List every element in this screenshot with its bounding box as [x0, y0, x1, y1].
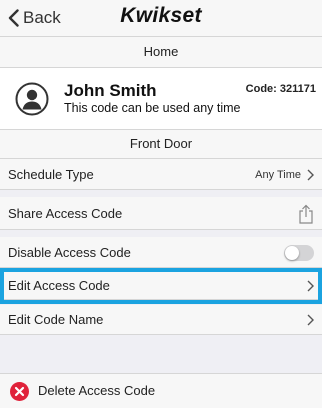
brand-logo: Kwikset [120, 4, 202, 27]
edit-access-code-row[interactable]: Edit Access Code [0, 272, 322, 300]
edit-access-code-chevron-wrap [307, 272, 314, 300]
share-access-code-row[interactable]: Share Access Code [0, 197, 322, 230]
navigation-bar: Back Kwikset [0, 0, 322, 37]
chevron-right-icon [307, 314, 314, 326]
disable-access-code-row: Disable Access Code [0, 237, 322, 268]
share-icon[interactable] [298, 204, 314, 224]
schedule-type-row[interactable]: Schedule Type Any Time [0, 159, 322, 190]
disable-access-code-toggle[interactable] [284, 244, 314, 261]
share-icon-wrap [298, 197, 314, 230]
chevron-right-icon [307, 169, 314, 180]
delete-access-code-button[interactable]: Delete Access Code [0, 373, 322, 408]
share-access-code-label: Share Access Code [8, 206, 123, 221]
chevron-right-icon [307, 280, 314, 292]
edit-access-code-label: Edit Access Code [8, 278, 110, 293]
user-name: John Smith [64, 81, 157, 100]
edit-code-name-label: Edit Code Name [8, 312, 104, 327]
schedule-type-label: Schedule Type [8, 167, 94, 182]
edit-code-name-row[interactable]: Edit Code Name [0, 305, 322, 335]
schedule-type-value: Any Time [255, 168, 301, 181]
schedule-type-value-group: Any Time [255, 159, 314, 190]
edit-code-name-chevron-wrap [307, 305, 314, 335]
delete-access-code-label: Delete Access Code [38, 383, 156, 398]
toggle-wrap [284, 237, 314, 268]
person-circle-icon [15, 82, 49, 116]
home-header: Home [0, 37, 322, 68]
lock-name-header: Front Door [0, 130, 322, 159]
user-info-row: John Smith This code can be used any tim… [0, 68, 322, 130]
user-code: Code: 321171 [245, 83, 316, 95]
toggle-knob [285, 245, 299, 260]
delete-x-icon [10, 382, 29, 401]
user-description: This code can be used any time [64, 101, 241, 115]
disable-access-code-label: Disable Access Code [8, 245, 131, 260]
